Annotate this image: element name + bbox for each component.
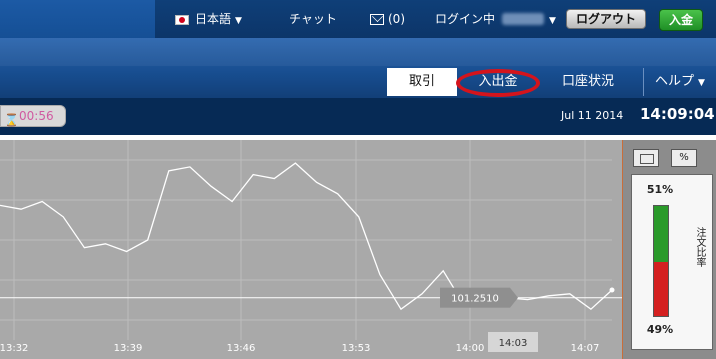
language-label: 日本語 <box>195 12 232 26</box>
x-tick-label: 13:53 <box>342 343 371 354</box>
highlight-oval <box>456 69 540 97</box>
chart-view-button[interactable] <box>633 149 659 167</box>
ratio-bar-up <box>654 206 668 262</box>
last-price-point <box>609 287 615 293</box>
logout-button[interactable]: ログアウト <box>566 9 646 29</box>
ratio-bar <box>653 205 669 317</box>
price-line <box>0 162 613 311</box>
status-bar: ⌛ 00:56 Jul 11 2014 14:09:04 <box>0 98 716 135</box>
japan-flag-icon <box>175 15 189 25</box>
order-ratio-panel: % 51% 注文比率 49% <box>622 140 716 359</box>
price-chart[interactable]: 101.2510 13:32 13:39 13:46 13:53 14:00 14:07 14… <box>0 140 622 359</box>
chevron-down-icon: ▼ <box>549 16 556 26</box>
username-blurred <box>502 13 544 25</box>
timer-value: 00:56 <box>19 109 54 123</box>
x-tick-label: 14:00 <box>456 343 485 354</box>
account-menu-caret[interactable]: ▼ <box>545 11 556 29</box>
price-tag-pointer <box>510 287 518 308</box>
cursor-time-label: 14:03 <box>499 338 528 349</box>
tab-help[interactable]: ヘルプ ▼ <box>643 68 716 96</box>
tab-account-status[interactable]: 口座状況 <box>548 68 628 96</box>
x-tick-label: 13:46 <box>227 343 256 354</box>
current-time: 14:09:04 <box>640 105 715 123</box>
down-percent: 49% <box>646 323 674 336</box>
x-tick-label: 13:32 <box>0 343 28 354</box>
hourglass-icon: ⌛ <box>4 113 19 127</box>
percent-toggle-button[interactable]: % <box>671 149 697 167</box>
order-ratio-label: 注文比率 <box>694 227 705 267</box>
login-status: ログイン中 <box>435 12 496 26</box>
chevron-down-icon: ▼ <box>698 78 705 88</box>
messages-count[interactable]: (0) <box>388 11 405 27</box>
countdown-timer: ⌛ 00:56 <box>0 105 66 127</box>
ratio-bar-down <box>654 262 668 316</box>
order-ratio-gauge: 51% 注文比率 49% <box>631 174 713 350</box>
price-tag-label: 101.2510 <box>451 294 499 305</box>
chevron-down-icon: ▼ <box>235 16 242 26</box>
tab-account-label: 口座状況 <box>561 74 614 89</box>
language-selector[interactable]: 日本語 ▼ <box>195 11 242 29</box>
price-chart-svg: 101.2510 13:32 13:39 13:46 13:53 14:00 14:07 14… <box>0 140 622 354</box>
deposit-button[interactable]: 入金 <box>659 9 703 31</box>
current-date: Jul 11 2014 <box>561 109 624 122</box>
nav-bar: 取引 入出金 口座状況 ヘルプ ▼ <box>0 38 716 98</box>
x-tick-label: 14:07 <box>571 343 600 354</box>
envelope-icon[interactable] <box>370 14 384 25</box>
chat-link[interactable]: チャット <box>289 11 337 27</box>
up-percent: 51% <box>646 183 674 196</box>
x-tick-label: 13:39 <box>114 343 143 354</box>
tab-help-label: ヘルプ <box>655 74 695 89</box>
tab-trade[interactable]: 取引 <box>387 68 457 96</box>
